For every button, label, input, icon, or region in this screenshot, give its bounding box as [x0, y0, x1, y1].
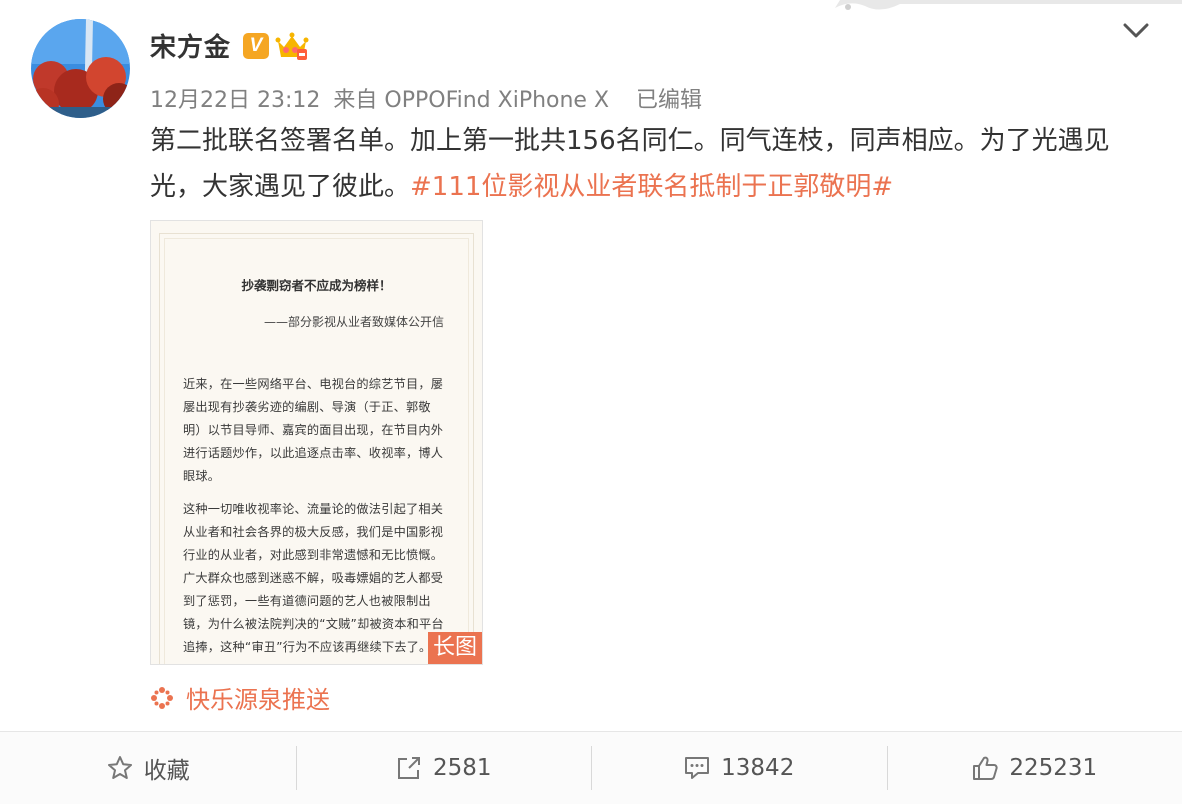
author-name[interactable]: 宋方金	[150, 27, 231, 64]
comment-button[interactable]: 13842	[591, 732, 887, 804]
document-subtitle: ——部分影视从业者致媒体公开信	[264, 313, 444, 330]
post-time[interactable]: 12月22日 23:12	[150, 88, 320, 113]
long-image-badge: 长图	[428, 632, 482, 664]
post-text: 第二批联名签署名单。加上第一批共156名同仁。同气连枝，同声相应。为了光遇见光，…	[150, 118, 1160, 210]
crown-badge-icon	[275, 31, 309, 61]
action-bar: 收藏 2581 13842 225231	[0, 731, 1182, 804]
verified-v-icon: V	[243, 33, 269, 59]
post-image[interactable]: 抄袭剽窃者不应成为榜样！ ——部分影视从业者致媒体公开信 近来，在一些网络平台、…	[150, 220, 483, 665]
avatar[interactable]	[31, 19, 130, 118]
favorite-button[interactable]: 收藏	[0, 732, 296, 804]
favorite-label: 收藏	[144, 751, 190, 785]
document-title: 抄袭剽窃者不应成为榜样！	[151, 275, 482, 294]
post-meta: 12月22日 23:12 来自 OPPOFind XiPhone X 已编辑	[150, 82, 702, 114]
thumbs-up-icon	[971, 754, 999, 782]
push-source-link[interactable]: 快乐源泉推送	[150, 680, 330, 715]
hashtag-link[interactable]: #111位影视从业者联名抵制于正郭敬明#	[410, 172, 893, 202]
like-button[interactable]: 225231	[887, 732, 1182, 804]
comment-icon	[683, 754, 711, 782]
source-prefix: 来自	[333, 88, 377, 113]
like-count: 225231	[1009, 755, 1097, 781]
sparkle-icon	[150, 686, 174, 710]
repost-count: 2581	[433, 755, 492, 781]
comment-count: 13842	[721, 755, 794, 781]
document-paragraph-1: 近来，在一些网络平台、电视台的综艺节目，屡屡出现有抄袭劣迹的编剧、导演（于正、郭…	[183, 373, 445, 488]
corner-decoration	[830, 0, 1182, 16]
star-icon	[106, 754, 134, 782]
document-paragraph-2: 这种一切唯收视率论、流量论的做法引起了相关从业者和社会各界的极大反感，我们是中国…	[183, 498, 445, 659]
post-source[interactable]: OPPOFind XiPhone X	[384, 88, 609, 113]
chevron-down-icon[interactable]	[1120, 16, 1152, 44]
share-icon	[395, 754, 423, 782]
push-source-label: 快乐源泉推送	[186, 680, 330, 715]
repost-button[interactable]: 2581	[296, 732, 592, 804]
author-row: 宋方金 V	[150, 27, 309, 64]
edited-label[interactable]: 已编辑	[636, 88, 702, 113]
